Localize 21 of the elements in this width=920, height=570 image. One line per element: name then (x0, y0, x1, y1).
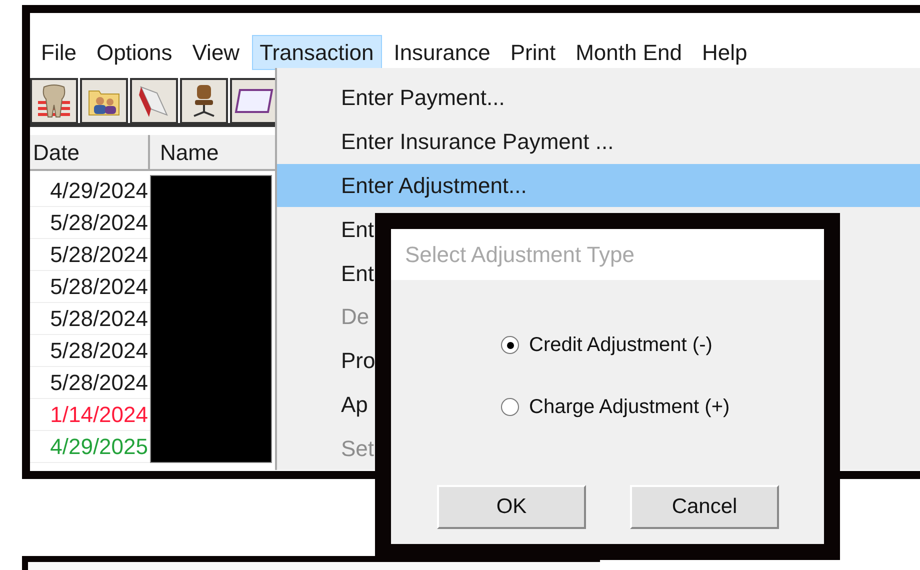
menu-item[interactable]: Options (88, 34, 180, 70)
menu-item[interactable]: Insurance (386, 34, 498, 70)
dialog-button[interactable]: OK (437, 485, 586, 529)
menu-item[interactable]: Print (502, 34, 564, 70)
radio-button[interactable] (501, 398, 519, 416)
menu-item[interactable]: Transaction (252, 34, 382, 70)
menu-item[interactable]: Month End (568, 34, 690, 70)
menu-item[interactable]: Help (694, 34, 756, 70)
radio-option[interactable]: Charge Adjustment (+) (501, 392, 730, 422)
tooth-icon[interactable] (38, 83, 70, 119)
radio-button[interactable] (501, 336, 519, 354)
menu-item[interactable]: View (184, 34, 248, 70)
dialog-button[interactable]: Cancel (630, 485, 779, 529)
radio-option[interactable]: Credit Adjustment (-) (501, 330, 712, 360)
menu-item[interactable]: Enter Adjustment... (277, 164, 920, 208)
menu-item[interactable]: Enter Payment... (277, 76, 920, 120)
menu-item[interactable]: File (33, 34, 84, 70)
book-icon[interactable] (137, 83, 171, 119)
menu-item[interactable]: Enter Insurance Payment ... (277, 120, 920, 164)
column-header[interactable]: Date (30, 135, 150, 171)
dialog-title: Select Adjustment Type (391, 229, 824, 280)
